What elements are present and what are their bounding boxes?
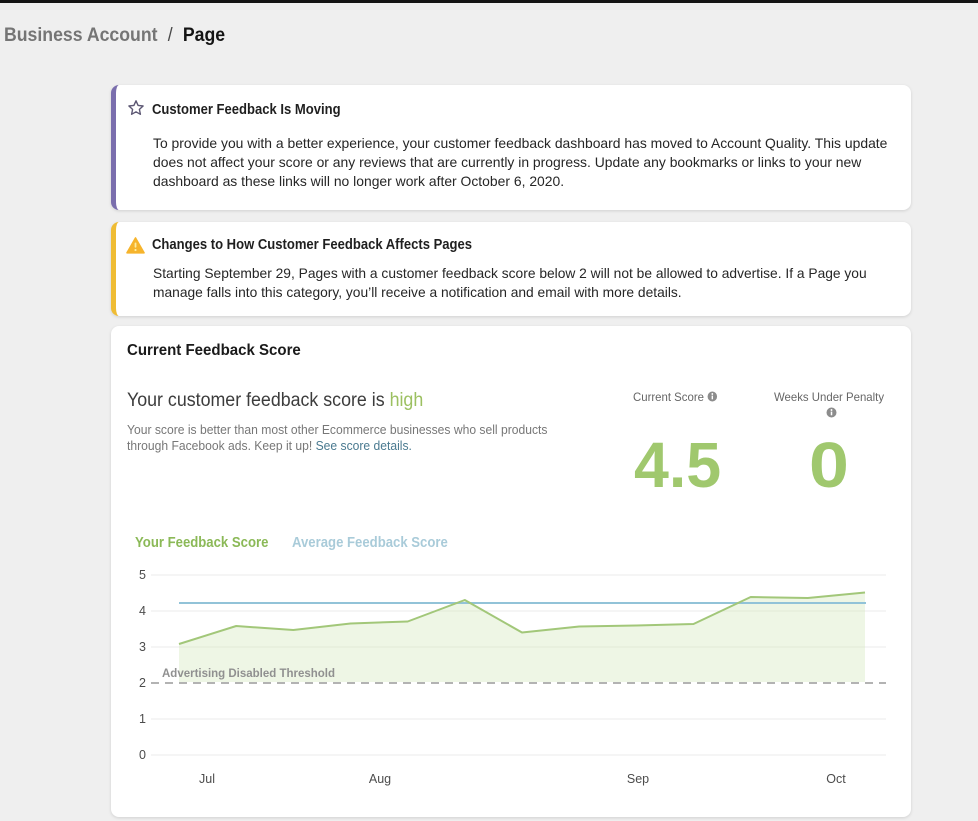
- svg-text:Advertising Disabled Threshold: Advertising Disabled Threshold: [162, 666, 335, 680]
- svg-text:Aug: Aug: [369, 772, 391, 786]
- svg-text:2: 2: [139, 676, 146, 690]
- svg-text:3: 3: [139, 640, 146, 654]
- svg-text:1: 1: [139, 712, 146, 726]
- svg-text:4: 4: [139, 604, 146, 618]
- svg-text:5: 5: [139, 568, 146, 582]
- svg-text:0: 0: [139, 748, 146, 762]
- svg-text:Jul: Jul: [199, 772, 215, 786]
- svg-text:Oct: Oct: [826, 772, 846, 786]
- svg-text:Sep: Sep: [627, 772, 649, 786]
